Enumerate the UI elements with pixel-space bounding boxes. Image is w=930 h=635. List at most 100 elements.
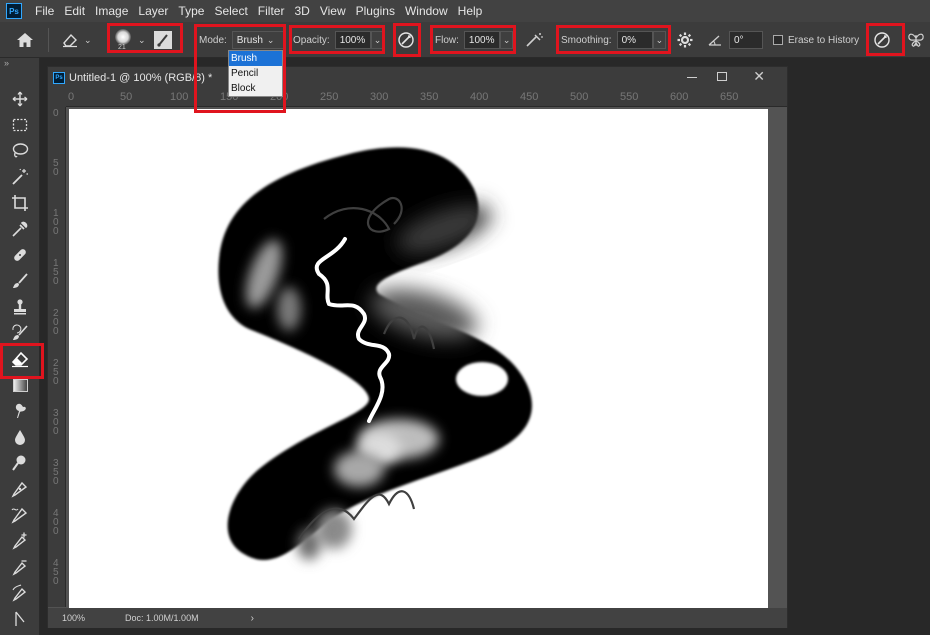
chevron-down-icon: ⌄ <box>138 34 146 45</box>
ruler-tick: 500 <box>570 91 589 103</box>
minimize-icon[interactable] <box>687 77 697 78</box>
smoothing-slider-toggle[interactable]: ⌄ <box>652 31 667 49</box>
status-menu-arrow-icon[interactable]: › <box>251 613 254 624</box>
tool-lasso[interactable] <box>8 140 32 162</box>
dodge-icon <box>12 455 26 471</box>
menu-3d[interactable]: 3D <box>289 0 314 22</box>
mode-dropdown[interactable]: Brush ⌄ <box>231 31 284 49</box>
tools-panel: » <box>0 58 40 635</box>
mode-value: Brush <box>236 34 263 46</box>
eraser-icon <box>11 351 29 368</box>
pressure-size-button[interactable] <box>873 22 891 58</box>
tool-healing-brush[interactable] <box>8 244 32 266</box>
erase-history-checkbox[interactable] <box>773 35 783 45</box>
tool-clone-stamp[interactable] <box>8 296 32 318</box>
ruler-tick: 300 <box>370 91 389 103</box>
brush-panel-icon <box>156 34 168 47</box>
tool-dodge[interactable] <box>8 452 32 474</box>
tool-delete-anchor[interactable] <box>8 556 32 578</box>
erase-history-label: Erase to History <box>788 34 860 46</box>
brush-preset-picker[interactable]: 21 ⌄ <box>112 22 172 58</box>
add-anchor-icon <box>12 532 27 550</box>
ruler-tick: 600 <box>670 91 689 103</box>
tool-add-anchor[interactable] <box>8 530 32 552</box>
brush-settings-toggle[interactable] <box>153 31 172 49</box>
gradient-icon <box>12 378 28 392</box>
mode-option-block[interactable]: Block <box>229 81 282 96</box>
status-bar: 100% Doc: 1.00M/1.00M › <box>48 608 787 628</box>
mode-option-brush[interactable]: Brush <box>229 51 282 66</box>
mode-label: Mode: <box>199 34 227 46</box>
tool-magic-wand[interactable] <box>8 166 32 188</box>
tool-freeform-pen[interactable] <box>8 504 32 526</box>
clone-stamp-icon <box>14 299 26 315</box>
tool-eraser[interactable] <box>8 348 32 370</box>
menu-window[interactable]: Window <box>400 0 453 22</box>
flow-control: Flow: 100% ⌄ <box>435 22 514 58</box>
collapse-arrows-icon[interactable]: » <box>4 58 9 68</box>
menu-view[interactable]: View <box>315 0 351 22</box>
tool-smudge[interactable] <box>8 400 32 422</box>
opacity-slider-toggle[interactable]: ⌄ <box>370 31 385 49</box>
tool-brush[interactable] <box>8 270 32 292</box>
airbrush-button[interactable] <box>524 22 544 58</box>
angle-control: 0° <box>707 22 763 58</box>
angle-icon <box>708 35 721 46</box>
magic-wand-icon <box>12 168 28 185</box>
angle-field[interactable]: 0° <box>729 31 763 49</box>
horizontal-ruler: 0 50 100 150 200 250 300 350 400 450 500… <box>66 89 787 107</box>
ruler-tick: 550 <box>620 91 639 103</box>
tool-gradient[interactable] <box>8 374 32 396</box>
delete-anchor-icon <box>12 560 27 576</box>
flow-slider-toggle[interactable]: ⌄ <box>499 31 514 49</box>
menu-file[interactable]: File <box>30 0 59 22</box>
eyedropper-icon <box>12 221 28 237</box>
mode-option-pencil[interactable]: Pencil <box>229 66 282 81</box>
ruler-tick: 2 5 0 <box>53 358 59 387</box>
maximize-icon[interactable] <box>717 72 727 81</box>
zoom-level[interactable]: 100% <box>62 613 85 623</box>
menu-help[interactable]: Help <box>453 0 488 22</box>
menu-layer[interactable]: Layer <box>133 0 173 22</box>
canvas[interactable] <box>69 109 768 609</box>
smoothing-control: Smoothing: 0% ⌄ <box>561 22 667 58</box>
pressure-opacity-button[interactable] <box>397 22 415 58</box>
menu-filter[interactable]: Filter <box>253 0 290 22</box>
tool-path-select[interactable] <box>8 608 32 630</box>
ruler-tick: 4 0 0 <box>53 508 59 537</box>
brush-tip-preview <box>115 29 131 45</box>
menu-select[interactable]: Select <box>209 0 252 22</box>
menu-plugins[interactable]: Plugins <box>351 0 400 22</box>
tool-history-brush[interactable] <box>8 322 32 344</box>
home-button[interactable] <box>16 22 34 58</box>
ruler-tick: 1 0 0 <box>53 208 59 237</box>
tool-pen[interactable] <box>8 478 32 500</box>
tool-blur[interactable] <box>8 426 32 448</box>
opacity-field[interactable]: 100% <box>334 31 371 49</box>
smoothing-options-button[interactable] <box>677 22 693 58</box>
ruler-tick: 3 5 0 <box>53 458 59 487</box>
crop-icon <box>12 195 28 211</box>
smoothing-field[interactable]: 0% <box>616 31 653 49</box>
symmetry-button[interactable] <box>907 22 925 58</box>
ruler-tick: 0 <box>53 108 59 119</box>
tool-move[interactable] <box>8 88 32 110</box>
menu-edit[interactable]: Edit <box>59 0 90 22</box>
ruler-tick: 650 <box>720 91 739 103</box>
tool-crop[interactable] <box>8 192 32 214</box>
chevron-down-icon: ⌄ <box>373 34 382 45</box>
tool-convert-point[interactable] <box>8 582 32 604</box>
opacity-control: Opacity: 100% ⌄ <box>293 22 385 58</box>
tool-eyedropper[interactable] <box>8 218 32 240</box>
home-icon <box>17 33 33 47</box>
flow-field[interactable]: 100% <box>463 31 500 49</box>
document-title: Untitled-1 @ 100% (RGB/8) * <box>69 72 213 84</box>
tool-preset-picker[interactable]: ⌄ <box>60 22 92 58</box>
chevron-down-icon: ⌄ <box>655 34 664 45</box>
document-tab[interactable]: Ps Untitled-1 @ 100% (RGB/8) * ✕ <box>48 67 787 89</box>
tool-marquee[interactable] <box>8 114 32 136</box>
lasso-icon <box>12 143 29 158</box>
menu-image[interactable]: Image <box>90 0 133 22</box>
close-icon[interactable]: ✕ <box>753 68 765 85</box>
menu-type[interactable]: Type <box>173 0 209 22</box>
